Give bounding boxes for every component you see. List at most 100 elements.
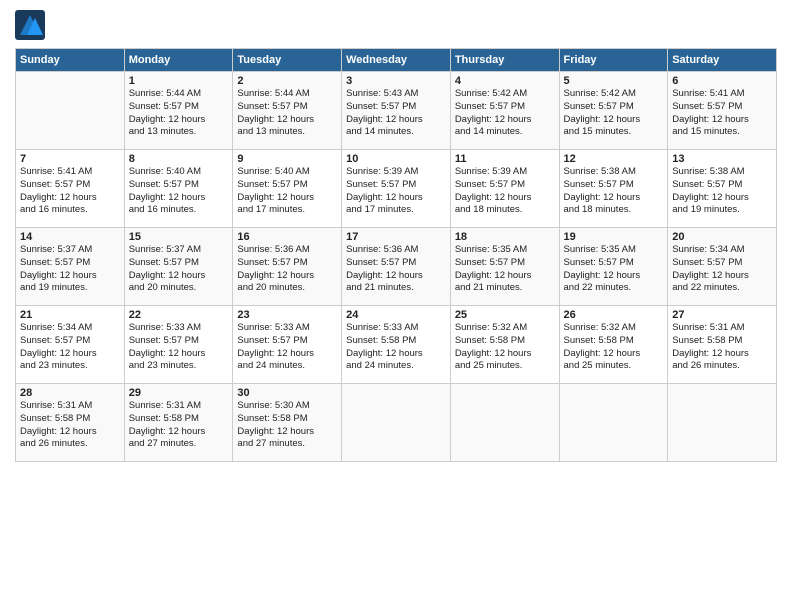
calendar-cell: 16Sunrise: 5:36 AMSunset: 5:57 PMDayligh…: [233, 228, 342, 306]
page: SundayMondayTuesdayWednesdayThursdayFrid…: [0, 0, 792, 612]
calendar-cell: 12Sunrise: 5:38 AMSunset: 5:57 PMDayligh…: [559, 150, 668, 228]
cell-content: Sunrise: 5:31 AMSunset: 5:58 PMDaylight:…: [129, 400, 229, 451]
cell-content: Sunrise: 5:30 AMSunset: 5:58 PMDaylight:…: [237, 400, 337, 451]
day-number: 9: [237, 153, 337, 165]
calendar-cell: 11Sunrise: 5:39 AMSunset: 5:57 PMDayligh…: [450, 150, 559, 228]
cell-content: Sunrise: 5:44 AMSunset: 5:57 PMDaylight:…: [129, 88, 229, 139]
calendar-cell: 8Sunrise: 5:40 AMSunset: 5:57 PMDaylight…: [124, 150, 233, 228]
calendar-cell: 19Sunrise: 5:35 AMSunset: 5:57 PMDayligh…: [559, 228, 668, 306]
day-number: 3: [346, 75, 446, 87]
calendar-cell: [668, 384, 777, 462]
cell-content: Sunrise: 5:35 AMSunset: 5:57 PMDaylight:…: [455, 244, 555, 295]
day-number: 6: [672, 75, 772, 87]
cell-content: Sunrise: 5:42 AMSunset: 5:57 PMDaylight:…: [455, 88, 555, 139]
calendar-cell: [16, 72, 125, 150]
day-number: 30: [237, 387, 337, 399]
calendar-header-cell: Friday: [559, 49, 668, 72]
calendar-week-row: 7Sunrise: 5:41 AMSunset: 5:57 PMDaylight…: [16, 150, 777, 228]
calendar-table: SundayMondayTuesdayWednesdayThursdayFrid…: [15, 48, 777, 462]
calendar-cell: 30Sunrise: 5:30 AMSunset: 5:58 PMDayligh…: [233, 384, 342, 462]
cell-content: Sunrise: 5:37 AMSunset: 5:57 PMDaylight:…: [20, 244, 120, 295]
cell-content: Sunrise: 5:43 AMSunset: 5:57 PMDaylight:…: [346, 88, 446, 139]
calendar-cell: 22Sunrise: 5:33 AMSunset: 5:57 PMDayligh…: [124, 306, 233, 384]
day-number: 15: [129, 231, 229, 243]
day-number: 13: [672, 153, 772, 165]
day-number: 28: [20, 387, 120, 399]
day-number: 26: [564, 309, 664, 321]
calendar-cell: 5Sunrise: 5:42 AMSunset: 5:57 PMDaylight…: [559, 72, 668, 150]
calendar-cell: [559, 384, 668, 462]
day-number: 10: [346, 153, 446, 165]
cell-content: Sunrise: 5:36 AMSunset: 5:57 PMDaylight:…: [237, 244, 337, 295]
calendar-cell: 15Sunrise: 5:37 AMSunset: 5:57 PMDayligh…: [124, 228, 233, 306]
calendar-cell: 4Sunrise: 5:42 AMSunset: 5:57 PMDaylight…: [450, 72, 559, 150]
calendar-header-cell: Sunday: [16, 49, 125, 72]
cell-content: Sunrise: 5:40 AMSunset: 5:57 PMDaylight:…: [129, 166, 229, 217]
day-number: 8: [129, 153, 229, 165]
calendar-cell: 10Sunrise: 5:39 AMSunset: 5:57 PMDayligh…: [342, 150, 451, 228]
calendar-cell: 29Sunrise: 5:31 AMSunset: 5:58 PMDayligh…: [124, 384, 233, 462]
day-number: 27: [672, 309, 772, 321]
cell-content: Sunrise: 5:42 AMSunset: 5:57 PMDaylight:…: [564, 88, 664, 139]
calendar-cell: 1Sunrise: 5:44 AMSunset: 5:57 PMDaylight…: [124, 72, 233, 150]
calendar-header-row: SundayMondayTuesdayWednesdayThursdayFrid…: [16, 49, 777, 72]
cell-content: Sunrise: 5:37 AMSunset: 5:57 PMDaylight:…: [129, 244, 229, 295]
day-number: 21: [20, 309, 120, 321]
calendar-header-cell: Monday: [124, 49, 233, 72]
cell-content: Sunrise: 5:32 AMSunset: 5:58 PMDaylight:…: [455, 322, 555, 373]
cell-content: Sunrise: 5:38 AMSunset: 5:57 PMDaylight:…: [672, 166, 772, 217]
cell-content: Sunrise: 5:35 AMSunset: 5:57 PMDaylight:…: [564, 244, 664, 295]
day-number: 7: [20, 153, 120, 165]
calendar-cell: 20Sunrise: 5:34 AMSunset: 5:57 PMDayligh…: [668, 228, 777, 306]
cell-content: Sunrise: 5:39 AMSunset: 5:57 PMDaylight:…: [455, 166, 555, 217]
day-number: 20: [672, 231, 772, 243]
calendar-cell: 7Sunrise: 5:41 AMSunset: 5:57 PMDaylight…: [16, 150, 125, 228]
calendar-cell: 27Sunrise: 5:31 AMSunset: 5:58 PMDayligh…: [668, 306, 777, 384]
calendar-week-row: 14Sunrise: 5:37 AMSunset: 5:57 PMDayligh…: [16, 228, 777, 306]
calendar-cell: 17Sunrise: 5:36 AMSunset: 5:57 PMDayligh…: [342, 228, 451, 306]
cell-content: Sunrise: 5:31 AMSunset: 5:58 PMDaylight:…: [20, 400, 120, 451]
calendar-cell: 23Sunrise: 5:33 AMSunset: 5:57 PMDayligh…: [233, 306, 342, 384]
cell-content: Sunrise: 5:38 AMSunset: 5:57 PMDaylight:…: [564, 166, 664, 217]
calendar-week-row: 21Sunrise: 5:34 AMSunset: 5:57 PMDayligh…: [16, 306, 777, 384]
calendar-week-row: 28Sunrise: 5:31 AMSunset: 5:58 PMDayligh…: [16, 384, 777, 462]
calendar-cell: 18Sunrise: 5:35 AMSunset: 5:57 PMDayligh…: [450, 228, 559, 306]
day-number: 23: [237, 309, 337, 321]
cell-content: Sunrise: 5:33 AMSunset: 5:57 PMDaylight:…: [129, 322, 229, 373]
calendar-cell: 25Sunrise: 5:32 AMSunset: 5:58 PMDayligh…: [450, 306, 559, 384]
day-number: 2: [237, 75, 337, 87]
day-number: 1: [129, 75, 229, 87]
calendar-cell: [342, 384, 451, 462]
calendar-cell: 3Sunrise: 5:43 AMSunset: 5:57 PMDaylight…: [342, 72, 451, 150]
day-number: 29: [129, 387, 229, 399]
calendar-cell: [450, 384, 559, 462]
day-number: 11: [455, 153, 555, 165]
cell-content: Sunrise: 5:40 AMSunset: 5:57 PMDaylight:…: [237, 166, 337, 217]
calendar-header-cell: Wednesday: [342, 49, 451, 72]
cell-content: Sunrise: 5:34 AMSunset: 5:57 PMDaylight:…: [20, 322, 120, 373]
calendar-body: 1Sunrise: 5:44 AMSunset: 5:57 PMDaylight…: [16, 72, 777, 462]
calendar-cell: 14Sunrise: 5:37 AMSunset: 5:57 PMDayligh…: [16, 228, 125, 306]
day-number: 14: [20, 231, 120, 243]
logo-text: [15, 10, 49, 40]
calendar-cell: 28Sunrise: 5:31 AMSunset: 5:58 PMDayligh…: [16, 384, 125, 462]
cell-content: Sunrise: 5:36 AMSunset: 5:57 PMDaylight:…: [346, 244, 446, 295]
calendar-cell: 26Sunrise: 5:32 AMSunset: 5:58 PMDayligh…: [559, 306, 668, 384]
day-number: 19: [564, 231, 664, 243]
cell-content: Sunrise: 5:44 AMSunset: 5:57 PMDaylight:…: [237, 88, 337, 139]
calendar-cell: 9Sunrise: 5:40 AMSunset: 5:57 PMDaylight…: [233, 150, 342, 228]
cell-content: Sunrise: 5:31 AMSunset: 5:58 PMDaylight:…: [672, 322, 772, 373]
cell-content: Sunrise: 5:39 AMSunset: 5:57 PMDaylight:…: [346, 166, 446, 217]
calendar-cell: 6Sunrise: 5:41 AMSunset: 5:57 PMDaylight…: [668, 72, 777, 150]
cell-content: Sunrise: 5:41 AMSunset: 5:57 PMDaylight:…: [672, 88, 772, 139]
logo: [15, 10, 49, 40]
cell-content: Sunrise: 5:32 AMSunset: 5:58 PMDaylight:…: [564, 322, 664, 373]
calendar-header-cell: Tuesday: [233, 49, 342, 72]
calendar-cell: 24Sunrise: 5:33 AMSunset: 5:58 PMDayligh…: [342, 306, 451, 384]
calendar-header-cell: Thursday: [450, 49, 559, 72]
day-number: 12: [564, 153, 664, 165]
day-number: 22: [129, 309, 229, 321]
calendar-cell: 2Sunrise: 5:44 AMSunset: 5:57 PMDaylight…: [233, 72, 342, 150]
cell-content: Sunrise: 5:33 AMSunset: 5:58 PMDaylight:…: [346, 322, 446, 373]
day-number: 4: [455, 75, 555, 87]
